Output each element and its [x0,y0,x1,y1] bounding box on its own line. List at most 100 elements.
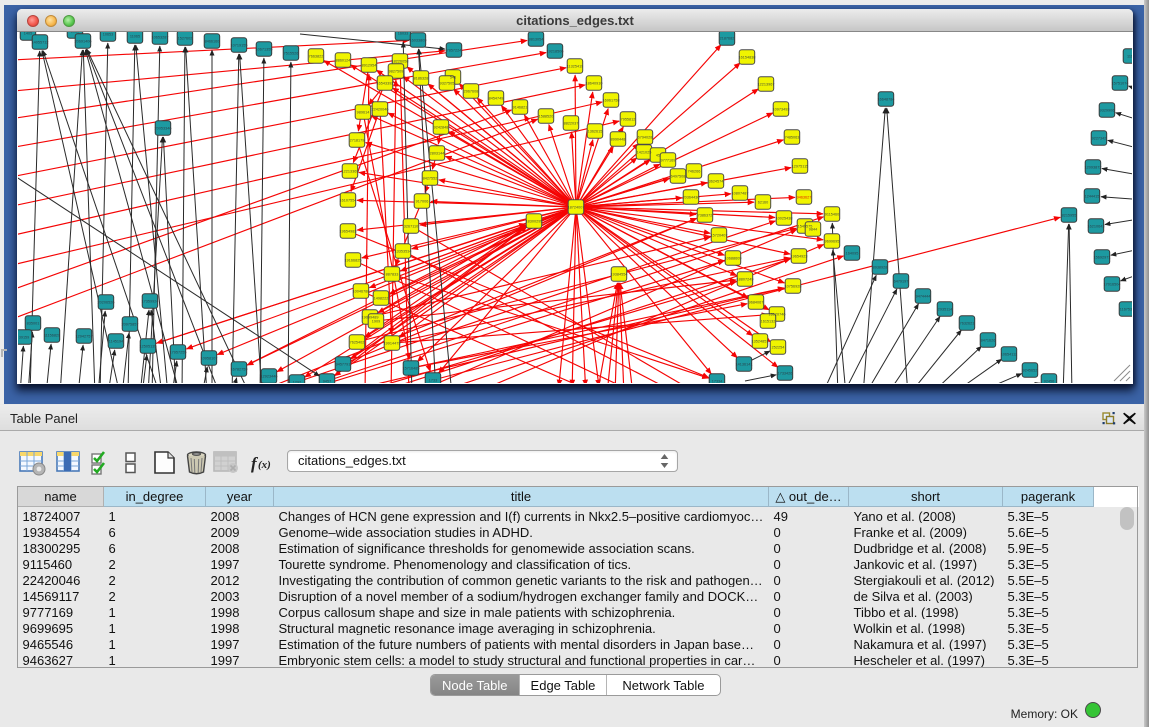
svg-text:546: 546 [450,76,456,80]
svg-text:45: 45 [656,154,660,158]
svg-text:16033: 16033 [398,32,409,36]
svg-text:9684067: 9684067 [749,301,764,305]
svg-text:16648784: 16648784 [878,98,895,102]
svg-text:2718179: 2718179 [350,139,365,143]
svg-text:18724007: 18724007 [568,206,585,210]
svg-text:7857224: 7857224 [447,49,462,53]
svg-text:20206526: 20206526 [98,301,115,305]
svg-text:8813054: 8813054 [529,38,544,42]
svg-text:12923446: 12923446 [261,375,278,379]
svg-text:9242848: 9242848 [434,126,449,130]
svg-text:12975115: 12975115 [792,165,809,169]
svg-text:17359924: 17359924 [142,300,159,304]
svg-text:6794028: 6794028 [638,136,653,140]
svg-text:8454749: 8454749 [489,97,504,101]
svg-text:887833: 887833 [386,273,399,277]
svg-text:17334: 17334 [712,380,723,384]
svg-text:3267110: 3267110 [404,225,419,229]
svg-text:9463627: 9463627 [797,196,812,200]
svg-text:92456: 92456 [1044,380,1055,384]
svg-text:6479197: 6479197 [894,280,909,284]
svg-text:1167533: 1167533 [1120,308,1132,312]
svg-text:1733426: 1733426 [778,372,793,376]
svg-text:16033809: 16033809 [410,39,427,43]
svg-text:10807487: 10807487 [732,192,749,196]
svg-text:12213369: 12213369 [342,170,359,174]
svg-text:2187682: 2187682 [720,37,735,41]
svg-text:2803144: 2803144 [430,152,445,156]
svg-text:17957255: 17957255 [170,351,187,355]
svg-text:16782759: 16782759 [231,368,248,372]
svg-text:12093872: 12093872 [1085,166,1102,170]
svg-text:11325419: 11325419 [567,65,584,69]
svg-text:15720407: 15720407 [711,234,728,238]
svg-text:20053346: 20053346 [155,127,172,131]
svg-text:8466160: 8466160 [205,40,220,44]
svg-text:20691406: 20691406 [75,40,92,44]
svg-text:9245652: 9245652 [1023,369,1038,373]
svg-text:1733: 1733 [429,379,437,383]
svg-text:18640910: 18640910 [586,82,603,86]
svg-text:15716485: 15716485 [403,367,420,371]
svg-text:18226058: 18226058 [392,60,409,64]
svg-text:989614: 989614 [357,111,370,115]
svg-text:19166825: 19166825 [345,259,362,263]
svg-text:9327505: 9327505 [440,82,455,86]
svg-text:10688609: 10688609 [725,257,742,261]
svg-text:18300295: 18300295 [526,220,543,224]
svg-text:16961758: 16961758 [603,99,620,103]
svg-text:10958107: 10958107 [201,357,218,361]
svg-text:22420046: 22420046 [372,108,389,112]
svg-text:1588520: 1588520 [539,115,554,119]
svg-text:13524851: 13524851 [752,340,769,344]
svg-text:18807249: 18807249 [737,278,754,282]
svg-text:8912954: 8912954 [362,64,377,68]
svg-text:8990448: 8990448 [611,138,626,142]
svg-text:10719155: 10719155 [231,44,248,48]
svg-text:252254: 252254 [772,346,785,350]
svg-text:15751074: 15751074 [1112,82,1129,86]
svg-text:16543392: 16543392 [377,82,394,86]
svg-text:8427552: 8427552 [423,177,438,181]
svg-text:19384554: 19384554 [611,273,628,277]
svg-text:7663822: 7663822 [309,55,324,59]
svg-text:8822037: 8822037 [564,122,579,126]
svg-text:1292: 1292 [293,381,301,384]
svg-text:8215955: 8215955 [1062,214,1077,218]
svg-text:9457791: 9457791 [336,363,351,367]
svg-text:2967608: 2967608 [464,90,479,94]
svg-text:7955812: 7955812 [621,118,636,122]
svg-text:16120746: 16120746 [769,313,786,317]
svg-text:16107554: 16107554 [340,199,357,203]
svg-text:10653287: 10653287 [152,36,169,40]
svg-text:1615132: 1615132 [761,320,776,324]
svg-text:10671355: 10671355 [256,48,273,52]
svg-text:62160: 62160 [758,201,769,205]
svg-text:9474444: 9474444 [916,295,931,299]
svg-text:20975857: 20975857 [122,323,139,327]
svg-text:746266: 746266 [688,170,701,174]
svg-text:17016504: 17016504 [1104,283,1121,287]
svg-text:8938928: 8938928 [873,266,888,270]
svg-text:19654923: 19654923 [791,255,808,259]
svg-text:9777169: 9777169 [661,159,676,163]
svg-text:13353534: 13353534 [395,250,412,254]
svg-text:1527602: 1527602 [178,37,193,41]
svg-text:9844: 9844 [809,228,817,232]
svg-text:19914479: 19914479 [384,342,401,346]
svg-text:1498222: 1498222 [374,297,389,301]
svg-text:1117: 1117 [1127,55,1132,59]
svg-text:835001: 835001 [27,322,40,326]
svg-text:1405: 1405 [24,32,32,36]
svg-text:12213967: 12213967 [758,83,775,87]
svg-text:8860124: 8860124 [336,59,351,63]
svg-text:164095: 164095 [846,252,859,256]
svg-text:19218506: 19218506 [547,50,564,54]
svg-text:10025438: 10025438 [776,217,793,221]
svg-text:16210643: 16210643 [1088,225,1105,229]
svg-text:9827509: 9827509 [389,70,404,74]
svg-text:1909: 1909 [372,320,380,324]
svg-text:1145194: 1145194 [109,340,124,344]
svg-text:6497508: 6497508 [671,175,686,179]
svg-text:12505135: 12505135 [140,345,157,349]
